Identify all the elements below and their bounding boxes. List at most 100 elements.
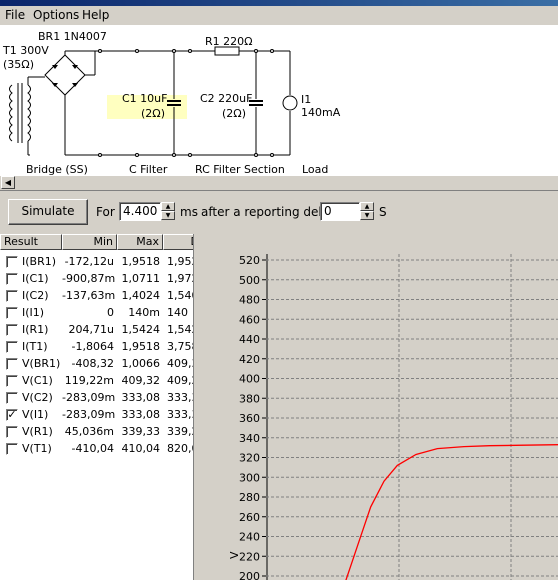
- result-row[interactable]: I(I1) 0 140m 140: [0, 304, 193, 321]
- y-tick-label: 260: [239, 511, 260, 524]
- result-checkbox[interactable]: [6, 307, 18, 319]
- simulation-toolbar: Simulate For 4.400 ▲ ▼ ms after a report…: [0, 190, 558, 235]
- result-name: V(C2): [22, 391, 53, 404]
- result-d: 333,3: [167, 391, 193, 404]
- result-row[interactable]: V(BR1) -408,32 1,0066 409,3: [0, 355, 193, 372]
- y-axis-label: V: [228, 551, 241, 559]
- menu-options[interactable]: Options: [33, 8, 79, 22]
- result-row[interactable]: V(R1) 45,036m 339,33 339,2: [0, 423, 193, 440]
- result-row[interactable]: ✓ V(I1) -283,09m 333,08 333,3: [0, 406, 193, 423]
- spin-down-icon[interactable]: ▼: [360, 211, 374, 220]
- result-name: I(BR1): [22, 255, 57, 268]
- result-row[interactable]: V(C1) 119,22m 409,32 409,2: [0, 372, 193, 389]
- y-tick-label: 480: [239, 294, 260, 307]
- y-tick-label: 300: [239, 471, 260, 484]
- transformer-label: T1 300V: [3, 44, 49, 57]
- result-d: 3,758: [167, 340, 193, 353]
- result-row[interactable]: I(C1) -900,87m 1,0711 1,972: [0, 270, 193, 287]
- c1-resistance: (2Ω): [141, 107, 165, 120]
- result-row[interactable]: I(C2) -137,63m 1,4024 1,540: [0, 287, 193, 304]
- result-name: I(I1): [22, 306, 45, 319]
- result-min: 119,22m: [64, 374, 114, 387]
- duration-spinner[interactable]: ▲ ▼: [161, 202, 175, 220]
- result-checkbox[interactable]: [6, 341, 18, 353]
- result-row[interactable]: V(C2) -283,09m 333,08 333,3: [0, 389, 193, 406]
- y-tick-label: 220: [239, 550, 260, 563]
- result-checkbox[interactable]: [6, 358, 18, 370]
- result-checkbox[interactable]: [6, 290, 18, 302]
- result-checkbox[interactable]: [6, 443, 18, 455]
- s-label: S: [379, 205, 387, 219]
- result-name: V(C1): [22, 374, 53, 387]
- result-max: 410,04: [121, 442, 161, 455]
- result-min: -172,12u: [64, 255, 114, 268]
- result-d: 339,2: [167, 425, 193, 438]
- result-row[interactable]: I(R1) 204,71u 1,5424 1,542: [0, 321, 193, 338]
- y-tick-label: 380: [239, 392, 260, 405]
- result-max: 339,33: [121, 425, 161, 438]
- result-min: -137,63m: [62, 289, 116, 302]
- header-result[interactable]: Result: [0, 234, 62, 250]
- result-d: 1,952: [167, 255, 193, 268]
- delay-input[interactable]: 0: [320, 202, 360, 221]
- result-min: 204,71u: [68, 323, 114, 336]
- header-d[interactable]: D: [163, 234, 193, 250]
- result-name: I(C2): [22, 289, 49, 302]
- header-min[interactable]: Min: [62, 234, 117, 250]
- result-min: -283,09m: [62, 391, 116, 404]
- result-min: -900,87m: [62, 272, 116, 285]
- result-row[interactable]: V(T1) -410,04 410,04 820,0: [0, 440, 193, 457]
- result-d: 1,542: [167, 323, 193, 336]
- result-checkbox[interactable]: [6, 426, 18, 438]
- result-d: 140: [167, 306, 188, 319]
- result-checkbox[interactable]: [6, 256, 18, 268]
- result-max: 1,0066: [121, 357, 161, 370]
- y-tick-label: 240: [239, 531, 260, 544]
- section-rc-label: RC Filter Section: [195, 163, 285, 175]
- result-checkbox[interactable]: [6, 324, 18, 336]
- delay-spinner[interactable]: ▲ ▼: [360, 202, 374, 220]
- result-checkbox[interactable]: [6, 375, 18, 387]
- ms-label: ms: [180, 205, 198, 219]
- c2-resistance: (2Ω): [222, 107, 246, 120]
- horizontal-scrollbar[interactable]: ◀: [0, 175, 558, 190]
- result-min: 45,036m: [64, 425, 114, 438]
- result-max: 1,0711: [121, 272, 161, 285]
- spin-up-icon[interactable]: ▲: [360, 202, 374, 211]
- result-d: 1,540: [167, 289, 193, 302]
- duration-input[interactable]: 4.400: [119, 202, 161, 221]
- simulate-button[interactable]: Simulate: [8, 199, 88, 225]
- result-checkbox[interactable]: [6, 273, 18, 285]
- spin-down-icon[interactable]: ▼: [161, 211, 175, 220]
- result-min: -1,8064: [71, 340, 114, 353]
- menu-help[interactable]: Help: [82, 8, 109, 22]
- header-max[interactable]: Max: [117, 234, 163, 250]
- result-max: 140m: [128, 306, 160, 319]
- result-checkbox[interactable]: [6, 392, 18, 404]
- result-max: 1,4024: [121, 289, 161, 302]
- result-checkbox[interactable]: ✓: [6, 409, 18, 421]
- result-min: -410,04: [71, 442, 114, 455]
- section-bridge-label: Bridge (SS): [26, 163, 88, 175]
- menu-file[interactable]: File: [5, 8, 25, 22]
- result-name: V(BR1): [22, 357, 61, 370]
- result-row[interactable]: I(BR1) -172,12u 1,9518 1,952: [0, 253, 193, 270]
- y-tick-label: 360: [239, 412, 260, 425]
- y-tick-label: 400: [239, 373, 260, 386]
- result-name: V(T1): [22, 442, 52, 455]
- y-tick-label: 500: [239, 274, 260, 287]
- plot-panel[interactable]: 520 500 480 460 440 420 400 380 360 340 320 300 280 2…: [194, 234, 558, 580]
- y-tick-label: 440: [239, 333, 260, 346]
- result-name: V(R1): [22, 425, 53, 438]
- schematic-canvas[interactable]: BR1 1N4007 T1 300V (35Ω) R1 220Ω C1 10uF…: [0, 25, 558, 175]
- results-header-row: Result Min Max D: [0, 234, 193, 250]
- result-max: 1,9518: [121, 340, 161, 353]
- transformer-resistance: (35Ω): [3, 58, 34, 71]
- result-max: 1,5424: [121, 323, 161, 336]
- result-d: 820,0: [167, 442, 193, 455]
- spin-up-icon[interactable]: ▲: [161, 202, 175, 211]
- result-row[interactable]: I(T1) -1,8064 1,9518 3,758: [0, 338, 193, 355]
- result-name: I(R1): [22, 323, 49, 336]
- results-grid: Result Min Max D I(BR1) -172,12u 1,9518 1,9…: [0, 234, 194, 580]
- scroll-left-button[interactable]: ◀: [1, 176, 15, 189]
